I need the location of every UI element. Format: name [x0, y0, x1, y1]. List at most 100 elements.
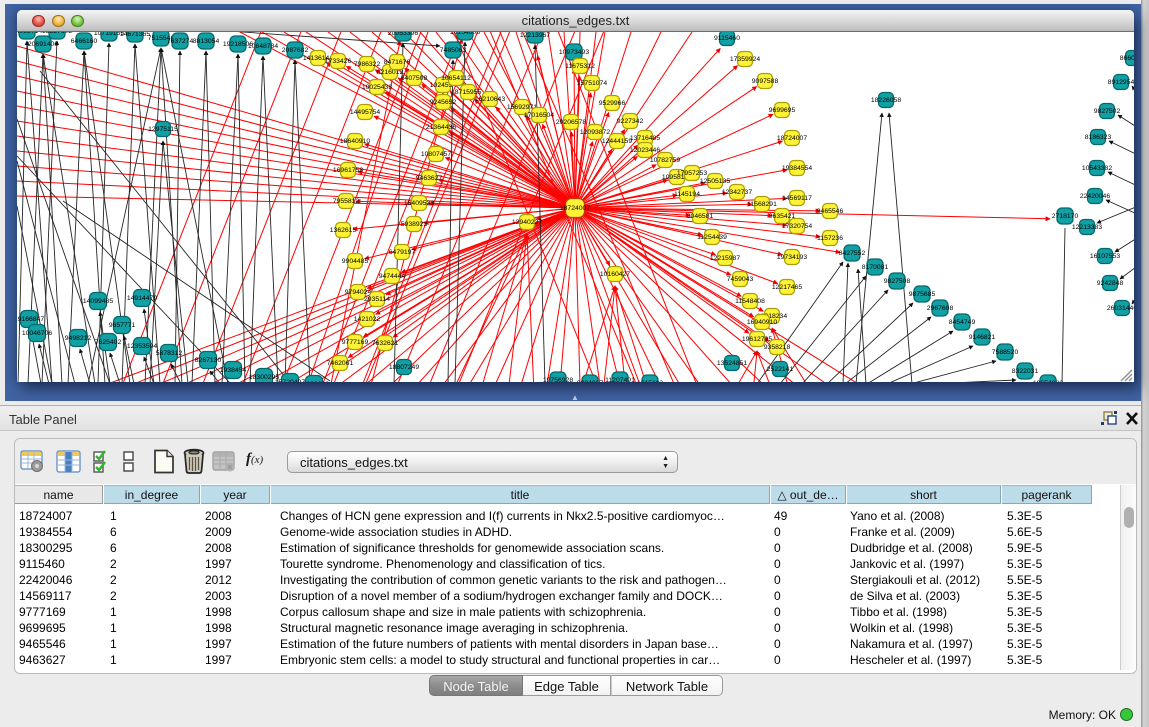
svg-text:1145194: 1145194: [674, 191, 700, 198]
svg-text:8912954: 8912954: [1108, 79, 1134, 86]
svg-text:16154808: 16154808: [450, 32, 480, 36]
svg-text:11254439: 11254439: [697, 234, 727, 241]
svg-text:12505135: 12505135: [700, 178, 730, 185]
svg-text:10025438: 10025438: [362, 84, 392, 91]
svg-text:9657771: 9657771: [109, 322, 136, 329]
svg-text:9699695: 9699695: [769, 107, 796, 114]
svg-text:15751074: 15751074: [577, 80, 607, 87]
svg-text:7625402: 7625402: [95, 339, 122, 346]
svg-text:8427552: 8427552: [839, 250, 866, 257]
svg-text:13524851: 13524851: [717, 360, 747, 367]
svg-text:12023446: 12023446: [630, 147, 660, 154]
svg-text:20691406: 20691406: [28, 41, 58, 48]
svg-text:18226058: 18226058: [871, 97, 901, 104]
svg-text:17320754: 17320754: [782, 223, 812, 230]
svg-text:14099485: 14099485: [83, 298, 113, 305]
svg-text:12093872: 12093872: [580, 129, 610, 136]
svg-text:10543382: 10543382: [1082, 165, 1112, 172]
svg-text:19166847: 19166847: [17, 316, 44, 323]
svg-text:9358218: 9358218: [764, 344, 791, 351]
svg-text:9227342: 9227342: [617, 118, 644, 125]
svg-text:12444159: 12444159: [602, 138, 632, 145]
svg-text:16210643: 16210643: [475, 96, 505, 103]
svg-text:9904485: 9904485: [342, 258, 369, 265]
svg-text:17957253: 17957253: [677, 170, 707, 177]
svg-text:9827502: 9827502: [1094, 108, 1121, 115]
svg-text:2522141: 2522141: [767, 366, 794, 373]
svg-text:19734193: 19734193: [777, 254, 807, 261]
svg-text:10654112: 10654112: [441, 75, 471, 82]
svg-text:14495754: 14495754: [350, 109, 380, 116]
svg-text:26031440: 26031440: [1107, 305, 1134, 312]
svg-text:8046581: 8046581: [687, 213, 714, 220]
svg-text:2935114: 2935114: [364, 296, 390, 303]
svg-text:12342737: 12342737: [722, 189, 752, 196]
svg-text:9245652: 9245652: [430, 99, 457, 106]
svg-text:9529966: 9529966: [599, 100, 626, 107]
svg-text:12217465: 12217465: [772, 284, 802, 291]
svg-text:16940910: 16940910: [747, 319, 777, 326]
svg-text:5878312: 5878312: [156, 350, 183, 357]
svg-text:10688609: 10688609: [299, 381, 329, 382]
svg-text:5938923: 5938923: [401, 221, 428, 228]
svg-text:9084067: 9084067: [577, 380, 604, 382]
svg-text:16107553: 16107553: [1090, 253, 1120, 260]
svg-text:7955812: 7955812: [333, 198, 360, 205]
svg-text:11548408: 11548408: [735, 298, 765, 305]
svg-text:12213967: 12213967: [520, 32, 550, 39]
svg-text:6407508: 6407508: [401, 75, 428, 82]
svg-text:9777169: 9777169: [342, 339, 369, 346]
svg-text:20206578: 20206578: [556, 119, 586, 126]
svg-text:8715955: 8715955: [455, 89, 482, 96]
svg-text:9827508: 9827508: [884, 278, 911, 285]
svg-text:18724007: 18724007: [560, 205, 590, 212]
svg-text:18724007: 18724007: [777, 135, 807, 142]
svg-text:9474444: 9474444: [379, 273, 406, 280]
svg-text:9465546: 9465546: [817, 208, 844, 215]
svg-text:12213383: 12213383: [1072, 224, 1102, 231]
svg-text:6479197: 6479197: [389, 249, 416, 256]
svg-text:8660124: 8660124: [1120, 55, 1134, 62]
svg-text:8471676: 8471676: [384, 59, 411, 66]
svg-text:9498212: 9498212: [65, 335, 92, 342]
svg-text:13716485: 13716485: [630, 135, 660, 142]
svg-text:1362615: 1362615: [330, 227, 357, 234]
svg-text:16961758: 16961758: [333, 167, 363, 174]
svg-text:14569117: 14569117: [782, 195, 812, 202]
svg-text:7632621: 7632621: [372, 340, 399, 347]
svg-text:16409533: 16409533: [404, 200, 434, 207]
svg-text:7485063: 7485063: [440, 47, 467, 54]
svg-text:11568291: 11568291: [747, 201, 777, 208]
svg-text:8454749: 8454749: [949, 319, 976, 326]
svg-text:21364436: 21364436: [426, 124, 456, 131]
svg-text:2087682: 2087682: [282, 47, 309, 54]
svg-text:10782759: 10782759: [650, 157, 680, 164]
svg-text:6466160: 6466160: [71, 38, 98, 45]
svg-text:12940237: 12940237: [512, 219, 542, 226]
svg-text:10160427: 10160427: [600, 271, 630, 278]
svg-text:17016504: 17016504: [524, 112, 554, 119]
svg-text:9463627: 9463627: [416, 175, 443, 182]
svg-text:9875685: 9875685: [909, 291, 936, 298]
svg-text:8322031: 8322031: [1012, 368, 1039, 375]
svg-text:14671365: 14671365: [120, 32, 150, 38]
svg-text:20053396: 20053396: [388, 32, 418, 37]
svg-text:1421022: 1421022: [354, 316, 381, 323]
svg-text:2718170: 2718170: [1052, 213, 1079, 220]
svg-text:2967608: 2967608: [927, 305, 954, 312]
svg-text:9115460: 9115460: [714, 35, 740, 42]
svg-text:9146821: 9146821: [969, 334, 996, 341]
svg-text:1157236: 1157236: [817, 235, 843, 242]
svg-text:11675312: 11675312: [565, 63, 595, 70]
svg-text:8267130: 8267130: [195, 357, 222, 364]
svg-text:8186323: 8186323: [1085, 134, 1112, 141]
svg-text:12215987: 12215987: [710, 255, 740, 262]
svg-text:19654982: 19654982: [1033, 380, 1063, 382]
svg-text:6216012: 6216012: [377, 69, 404, 76]
svg-text:7462061: 7462061: [327, 360, 354, 367]
svg-text:11207491: 11207491: [605, 377, 635, 382]
svg-text:19384554: 19384554: [782, 165, 812, 172]
svg-text:14055714: 14055714: [17, 32, 42, 35]
svg-text:10046706: 10046706: [22, 330, 52, 337]
svg-text:7986322: 7986322: [354, 61, 381, 68]
